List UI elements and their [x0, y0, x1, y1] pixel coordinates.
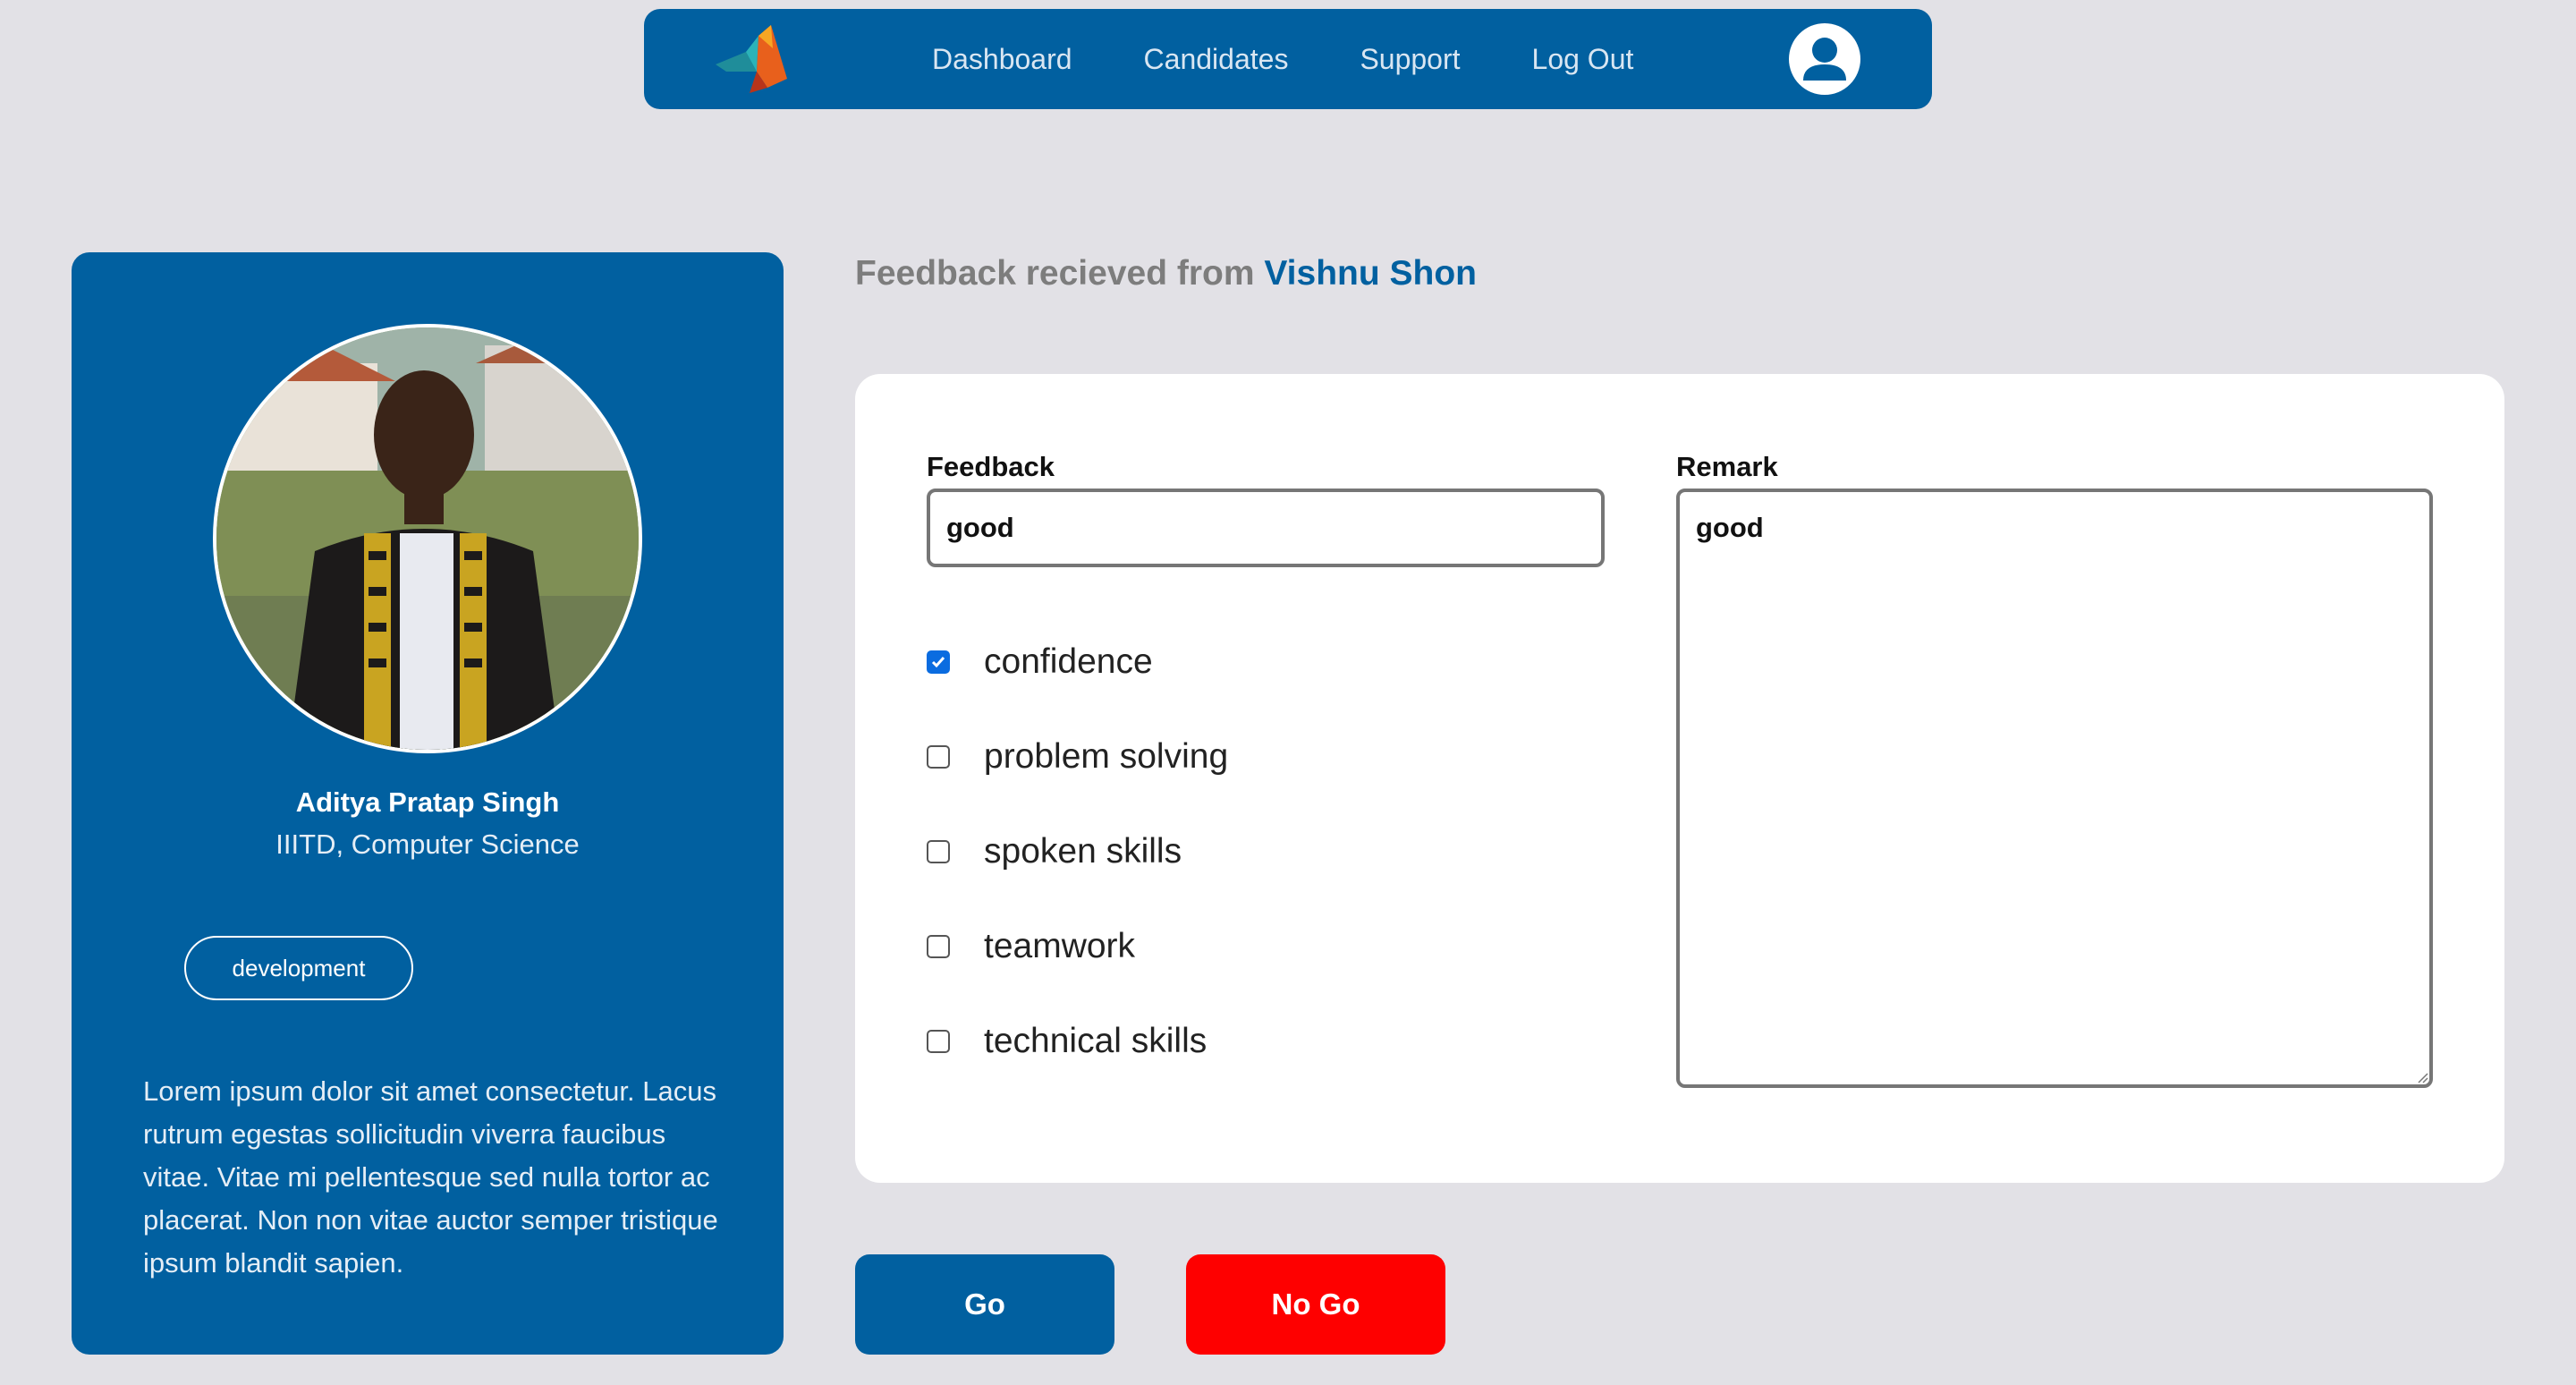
feedback-input[interactable]: good	[927, 489, 1605, 567]
check-icon	[931, 657, 945, 668]
checkbox-checked[interactable]	[927, 650, 950, 674]
user-avatar-icon[interactable]	[1789, 23, 1860, 95]
checkbox[interactable]	[927, 840, 950, 863]
skill-checkbox-confidence[interactable]: confidence	[927, 642, 1153, 682]
checkbox[interactable]	[927, 1030, 950, 1053]
skill-checkbox-teamwork[interactable]: teamwork	[927, 927, 1135, 966]
skill-checkbox-spoken-skills[interactable]: spoken skills	[927, 832, 1182, 871]
top-navbar: Dashboard Candidates Support Log Out	[644, 9, 1932, 109]
remark-label: Remark	[1676, 451, 1778, 482]
feedback-label: Feedback	[927, 451, 1055, 482]
checkbox[interactable]	[927, 935, 950, 958]
no-go-button[interactable]: No Go	[1186, 1254, 1445, 1355]
skill-checkbox-problem-solving[interactable]: problem solving	[927, 737, 1228, 777]
nav-candidates-link[interactable]: Candidates	[1144, 43, 1289, 76]
candidate-photo	[213, 324, 642, 753]
resize-handle-icon[interactable]	[2417, 1072, 2429, 1084]
skill-label: problem solving	[984, 737, 1229, 776]
remark-textarea[interactable]: good	[1676, 489, 2433, 1088]
skill-checkbox-technical-skills[interactable]: technical skills	[927, 1022, 1207, 1061]
feedback-heading-prefix: Feedback recieved from	[855, 254, 1265, 293]
nav-support-link[interactable]: Support	[1360, 43, 1460, 76]
skill-label: technical skills	[984, 1022, 1208, 1060]
nav-dashboard-link[interactable]: Dashboard	[932, 43, 1072, 76]
candidate-name: Aditya Pratap Singh	[295, 786, 560, 818]
candidate-school: IIITD, Computer Science	[275, 828, 580, 860]
feedback-form-card: Feedback good Remark good confidence pro…	[855, 374, 2504, 1183]
candidate-bio: Lorem ipsum dolor sit amet consectetur. …	[143, 1075, 718, 1279]
feedback-heading: Feedback recieved from Vishnu Shon	[855, 254, 1477, 293]
app-logo[interactable]	[714, 25, 794, 95]
skill-label: confidence	[984, 642, 1153, 681]
checkbox[interactable]	[927, 745, 950, 769]
skill-tag[interactable]: development	[184, 936, 413, 1000]
candidate-profile-card: Aditya Pratap Singh IIITD, Computer Scie…	[72, 252, 784, 1355]
nav-links: Dashboard Candidates Support Log Out	[932, 9, 1705, 109]
go-button[interactable]: Go	[855, 1254, 1114, 1355]
interviewer-name: Vishnu Shon	[1264, 254, 1477, 293]
skill-label: teamwork	[984, 927, 1136, 965]
nav-logout-link[interactable]: Log Out	[1532, 43, 1634, 76]
skill-label: spoken skills	[984, 832, 1182, 871]
